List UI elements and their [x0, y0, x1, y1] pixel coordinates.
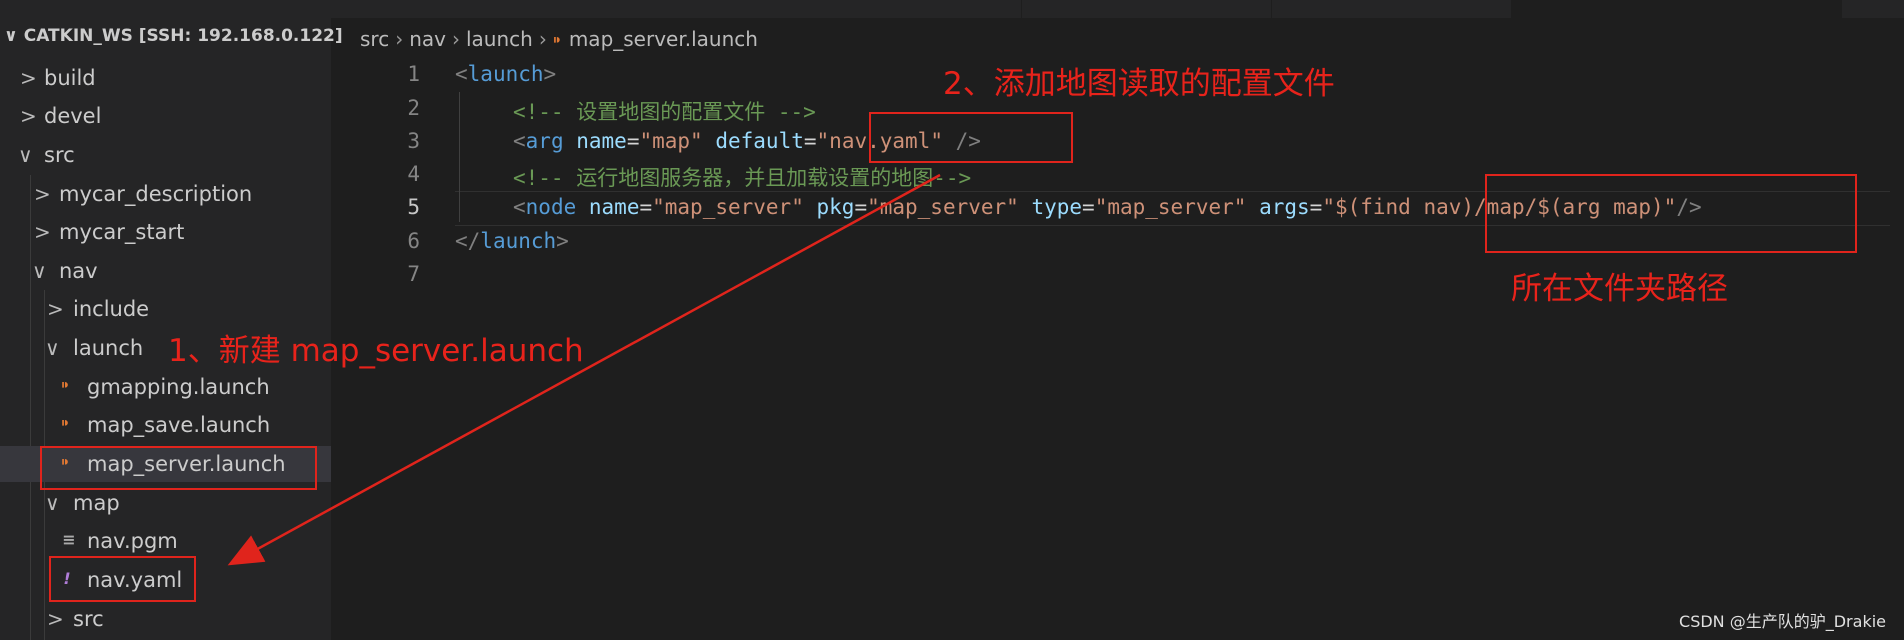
annotation-arrow — [227, 173, 941, 566]
watermark: CSDN @生产队的驴_Drakie — [1679, 612, 1886, 631]
